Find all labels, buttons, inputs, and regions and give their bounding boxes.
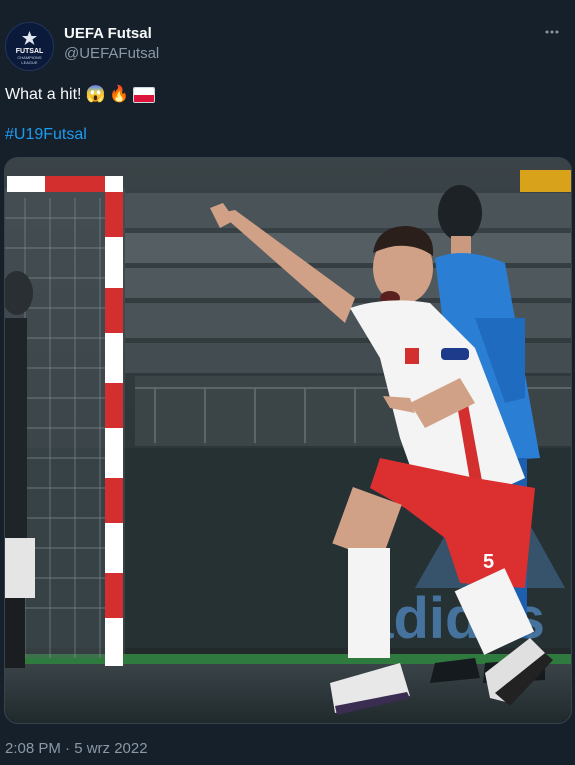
author-name[interactable]: UEFA Futsal — [64, 25, 152, 42]
avatar[interactable]: FUTSAL CHAMPIONS LEAGUE — [5, 22, 54, 71]
author-handle[interactable]: @UEFAFutsal — [64, 45, 159, 62]
uefa-futsal-logo: FUTSAL CHAMPIONS LEAGUE — [6, 23, 53, 70]
svg-text:5: 5 — [483, 551, 494, 573]
tweet-text: What a hit! 😱 🔥 — [5, 86, 156, 104]
svg-text:FUTSAL: FUTSAL — [16, 48, 44, 55]
more-options-icon[interactable] — [537, 24, 567, 44]
tweet-text-content: What a hit! — [5, 86, 82, 103]
tweet-photo[interactable]: adidas 5 — [4, 157, 572, 724]
scream-emoji-icon: 😱 — [85, 86, 106, 103]
more-dots-icon — [545, 30, 559, 34]
fire-emoji-icon: 🔥 — [109, 86, 130, 103]
poland-flag-icon — [133, 87, 156, 103]
futsal-celebration-photo: adidas 5 — [5, 158, 571, 723]
hashtag-link[interactable]: #U19Futsal — [5, 126, 87, 144]
svg-text:LEAGUE: LEAGUE — [21, 60, 38, 65]
tweet-timestamp[interactable]: 2:08 PM · 5 wrz 2022 — [5, 740, 148, 757]
tweet: FUTSAL CHAMPIONS LEAGUE UEFA Futsal @UEF… — [0, 0, 575, 765]
